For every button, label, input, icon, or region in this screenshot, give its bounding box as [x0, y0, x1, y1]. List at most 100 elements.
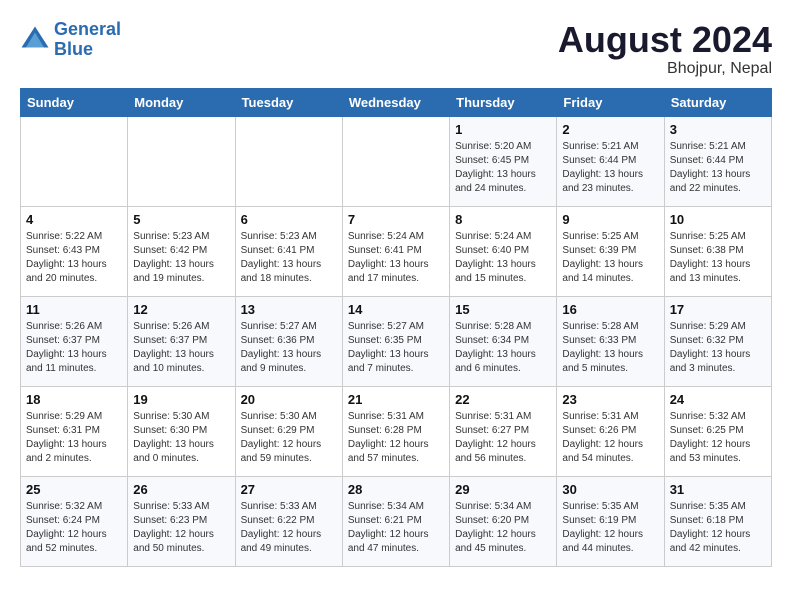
day-info: Sunrise: 5:21 AM Sunset: 6:44 PM Dayligh… [562, 140, 658, 196]
day-info: Sunrise: 5:28 AM Sunset: 6:34 PM Dayligh… [455, 320, 551, 376]
day-info: Sunrise: 5:34 AM Sunset: 6:20 PM Dayligh… [455, 500, 551, 556]
day-cell-20: 20Sunrise: 5:30 AM Sunset: 6:29 PM Dayli… [235, 386, 342, 476]
day-cell-2: 2 Sunrise: 5:21 AM Sunset: 6:44 PM Daylig… [557, 116, 664, 206]
day-cell-empty-2 [235, 116, 342, 206]
day-info: Sunrise: 5:27 AM Sunset: 6:36 PM Dayligh… [241, 320, 337, 376]
day-number: 11 [26, 302, 122, 317]
day-number: 26 [133, 482, 229, 497]
day-info: Sunrise: 5:26 AM Sunset: 6:37 PM Dayligh… [26, 320, 122, 376]
day-info: Sunrise: 5:24 AM Sunset: 6:40 PM Dayligh… [455, 230, 551, 286]
day-cell-11: 11 Sunrise: 5:26 AM Sunset: 6:37 PM Dayli… [21, 296, 128, 386]
day-number: 16 [562, 302, 658, 317]
weekday-header-monday: Monday [128, 88, 235, 116]
day-info: Sunrise: 5:35 AM Sunset: 6:19 PM Dayligh… [562, 500, 658, 556]
day-cell-24: 24 Sunrise: 5:32 AM Sunset: 6:25 PM Dayli… [664, 386, 771, 476]
day-number: 12 [133, 302, 229, 317]
weekday-header-row: SundayMondayTuesdayWednesdayThursdayFrid… [21, 88, 772, 116]
day-cell-27: 27 Sunrise: 5:33 AM Sunset: 6:22 PM Dayli… [235, 476, 342, 566]
day-cell-1: 1 Sunrise: 5:20 AM Sunset: 6:45 PM Daylig… [450, 116, 557, 206]
day-cell-19: 19 Sunrise: 5:30 AM Sunset: 6:30 PM Dayli… [128, 386, 235, 476]
weekday-header-saturday: Saturday [664, 88, 771, 116]
day-info: Sunrise: 5:32 AM Sunset: 6:24 PM Dayligh… [26, 500, 122, 556]
day-cell-21: 21 Sunrise: 5:31 AM Sunset: 6:28 PM Dayli… [342, 386, 449, 476]
week-row-4: 18Sunrise: 5:29 AM Sunset: 6:31 PM Dayli… [21, 386, 772, 476]
day-cell-15: 15Sunrise: 5:28 AM Sunset: 6:34 PM Dayli… [450, 296, 557, 386]
day-cell-7: 7 Sunrise: 5:24 AM Sunset: 6:41 PM Daylig… [342, 206, 449, 296]
day-cell-empty-3 [342, 116, 449, 206]
day-number: 17 [670, 302, 766, 317]
day-info: Sunrise: 5:28 AM Sunset: 6:33 PM Dayligh… [562, 320, 658, 376]
day-number: 1 [455, 122, 551, 137]
calendar-table: SundayMondayTuesdayWednesdayThursdayFrid… [20, 88, 772, 567]
day-cell-3: 3 Sunrise: 5:21 AM Sunset: 6:44 PM Daylig… [664, 116, 771, 206]
day-info: Sunrise: 5:33 AM Sunset: 6:23 PM Dayligh… [133, 500, 229, 556]
day-number: 29 [455, 482, 551, 497]
week-row-3: 11 Sunrise: 5:26 AM Sunset: 6:37 PM Dayli… [21, 296, 772, 386]
weekday-header-tuesday: Tuesday [235, 88, 342, 116]
page-header: General Blue August 2024 Bhojpur, Nepal [20, 20, 772, 78]
day-number: 9 [562, 212, 658, 227]
day-info: Sunrise: 5:22 AM Sunset: 6:43 PM Dayligh… [26, 230, 122, 286]
day-number: 28 [348, 482, 444, 497]
day-number: 22 [455, 392, 551, 407]
day-number: 24 [670, 392, 766, 407]
week-row-2: 4Sunrise: 5:22 AM Sunset: 6:43 PM Daylig… [21, 206, 772, 296]
day-number: 13 [241, 302, 337, 317]
weekday-header-wednesday: Wednesday [342, 88, 449, 116]
day-number: 8 [455, 212, 551, 227]
day-cell-18: 18Sunrise: 5:29 AM Sunset: 6:31 PM Dayli… [21, 386, 128, 476]
weekday-header-thursday: Thursday [450, 88, 557, 116]
day-info: Sunrise: 5:30 AM Sunset: 6:29 PM Dayligh… [241, 410, 337, 466]
day-cell-25: 25Sunrise: 5:32 AM Sunset: 6:24 PM Dayli… [21, 476, 128, 566]
logo-icon [20, 25, 50, 55]
weekday-header-friday: Friday [557, 88, 664, 116]
day-cell-13: 13 Sunrise: 5:27 AM Sunset: 6:36 PM Dayli… [235, 296, 342, 386]
day-number: 21 [348, 392, 444, 407]
day-info: Sunrise: 5:20 AM Sunset: 6:45 PM Dayligh… [455, 140, 551, 196]
day-info: Sunrise: 5:24 AM Sunset: 6:41 PM Dayligh… [348, 230, 444, 286]
day-info: Sunrise: 5:30 AM Sunset: 6:30 PM Dayligh… [133, 410, 229, 466]
logo: General Blue [20, 20, 121, 60]
day-cell-28: 28 Sunrise: 5:34 AM Sunset: 6:21 PM Dayli… [342, 476, 449, 566]
day-cell-16: 16 Sunrise: 5:28 AM Sunset: 6:33 PM Dayli… [557, 296, 664, 386]
day-info: Sunrise: 5:31 AM Sunset: 6:28 PM Dayligh… [348, 410, 444, 466]
day-info: Sunrise: 5:34 AM Sunset: 6:21 PM Dayligh… [348, 500, 444, 556]
day-info: Sunrise: 5:25 AM Sunset: 6:39 PM Dayligh… [562, 230, 658, 286]
day-info: Sunrise: 5:35 AM Sunset: 6:18 PM Dayligh… [670, 500, 766, 556]
day-info: Sunrise: 5:23 AM Sunset: 6:42 PM Dayligh… [133, 230, 229, 286]
day-cell-8: 8 Sunrise: 5:24 AM Sunset: 6:40 PM Daylig… [450, 206, 557, 296]
day-cell-12: 12 Sunrise: 5:26 AM Sunset: 6:37 PM Dayli… [128, 296, 235, 386]
day-cell-31: 31Sunrise: 5:35 AM Sunset: 6:18 PM Dayli… [664, 476, 771, 566]
day-info: Sunrise: 5:21 AM Sunset: 6:44 PM Dayligh… [670, 140, 766, 196]
day-cell-14: 14Sunrise: 5:27 AM Sunset: 6:35 PM Dayli… [342, 296, 449, 386]
day-cell-9: 9 Sunrise: 5:25 AM Sunset: 6:39 PM Daylig… [557, 206, 664, 296]
day-info: Sunrise: 5:25 AM Sunset: 6:38 PM Dayligh… [670, 230, 766, 286]
day-info: Sunrise: 5:31 AM Sunset: 6:26 PM Dayligh… [562, 410, 658, 466]
day-info: Sunrise: 5:26 AM Sunset: 6:37 PM Dayligh… [133, 320, 229, 376]
day-cell-26: 26 Sunrise: 5:33 AM Sunset: 6:23 PM Dayli… [128, 476, 235, 566]
day-number: 27 [241, 482, 337, 497]
weekday-header-sunday: Sunday [21, 88, 128, 116]
location: Bhojpur, Nepal [558, 60, 772, 78]
day-number: 19 [133, 392, 229, 407]
day-cell-5: 5Sunrise: 5:23 AM Sunset: 6:42 PM Daylig… [128, 206, 235, 296]
day-cell-6: 6Sunrise: 5:23 AM Sunset: 6:41 PM Daylig… [235, 206, 342, 296]
day-number: 6 [241, 212, 337, 227]
title-block: August 2024 Bhojpur, Nepal [558, 20, 772, 78]
day-number: 7 [348, 212, 444, 227]
day-cell-empty-0 [21, 116, 128, 206]
day-cell-empty-1 [128, 116, 235, 206]
day-info: Sunrise: 5:29 AM Sunset: 6:31 PM Dayligh… [26, 410, 122, 466]
day-number: 3 [670, 122, 766, 137]
day-cell-4: 4Sunrise: 5:22 AM Sunset: 6:43 PM Daylig… [21, 206, 128, 296]
day-info: Sunrise: 5:32 AM Sunset: 6:25 PM Dayligh… [670, 410, 766, 466]
day-number: 30 [562, 482, 658, 497]
week-row-5: 25Sunrise: 5:32 AM Sunset: 6:24 PM Dayli… [21, 476, 772, 566]
day-info: Sunrise: 5:31 AM Sunset: 6:27 PM Dayligh… [455, 410, 551, 466]
day-number: 14 [348, 302, 444, 317]
month-year: August 2024 [558, 20, 772, 60]
day-cell-17: 17Sunrise: 5:29 AM Sunset: 6:32 PM Dayli… [664, 296, 771, 386]
day-cell-10: 10Sunrise: 5:25 AM Sunset: 6:38 PM Dayli… [664, 206, 771, 296]
day-number: 2 [562, 122, 658, 137]
day-info: Sunrise: 5:33 AM Sunset: 6:22 PM Dayligh… [241, 500, 337, 556]
